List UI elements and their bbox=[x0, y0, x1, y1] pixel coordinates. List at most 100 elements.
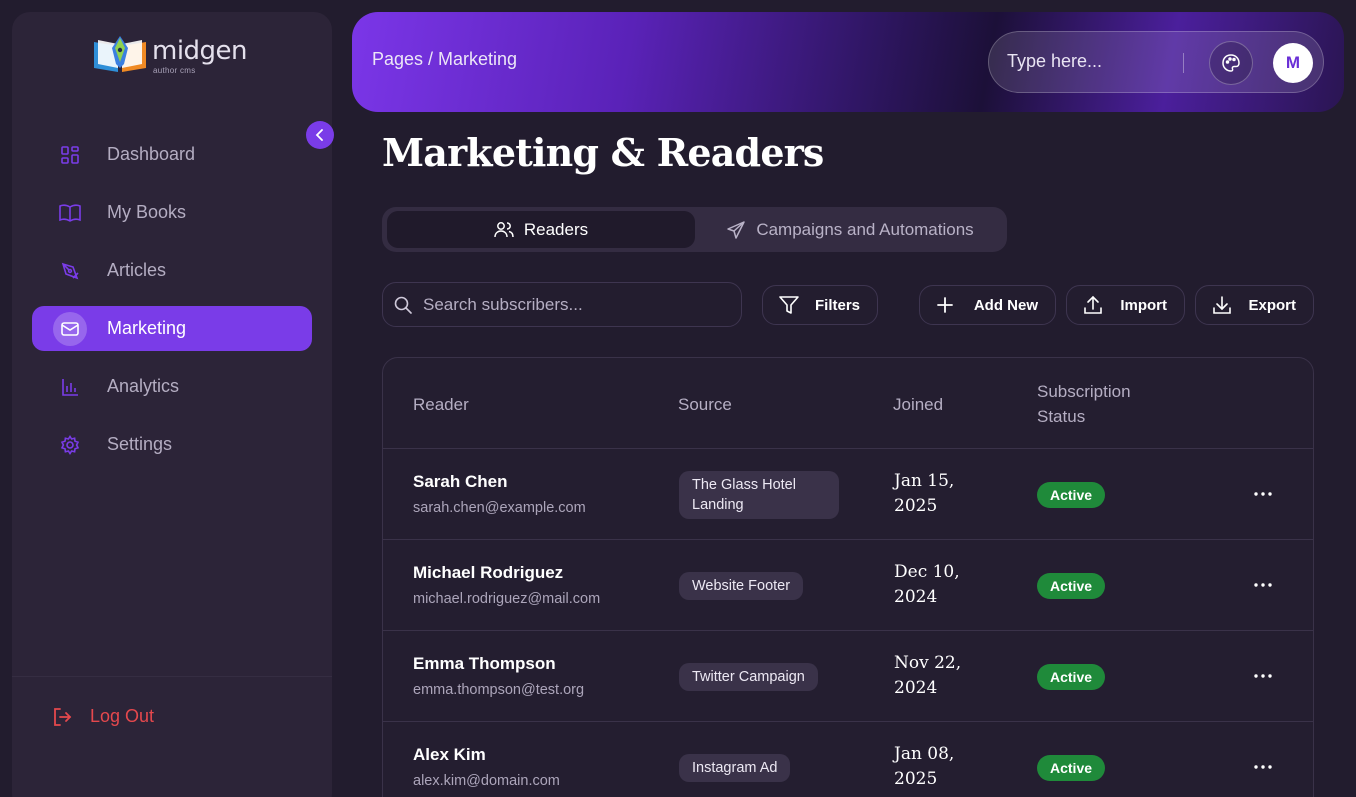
logout-icon bbox=[52, 707, 72, 727]
sidebar-item-settings[interactable]: Settings bbox=[32, 422, 312, 467]
source-tag: Website Footer bbox=[679, 572, 804, 600]
sidebar-divider bbox=[12, 676, 332, 677]
gear-icon bbox=[58, 433, 82, 457]
more-horizontal-icon bbox=[1254, 674, 1272, 678]
source-tag: Twitter Campaign bbox=[679, 663, 818, 691]
status-badge: Active bbox=[1037, 755, 1106, 781]
mail-icon bbox=[53, 311, 87, 346]
column-header-reader[interactable]: Reader bbox=[413, 392, 469, 417]
reader-name: Alex Kim bbox=[413, 745, 486, 764]
filters-button[interactable]: Filters bbox=[762, 285, 878, 325]
upload-icon bbox=[1083, 295, 1103, 315]
table-row[interactable]: Sarah Chen sarah.chen@example.com The Gl… bbox=[383, 449, 1313, 540]
import-button[interactable]: Import bbox=[1066, 285, 1185, 325]
theme-palette-button[interactable] bbox=[1209, 41, 1253, 85]
tab-label: Readers bbox=[523, 219, 589, 239]
row-actions-button[interactable] bbox=[1249, 664, 1277, 688]
tab-label: Campaigns and Automations bbox=[756, 219, 974, 239]
export-label: Export bbox=[1248, 296, 1296, 314]
table-row[interactable]: Michael Rodriguez michael.rodriguez@mail… bbox=[383, 540, 1313, 631]
send-icon bbox=[726, 220, 746, 240]
breadcrumb: Pages / Marketing bbox=[372, 49, 518, 69]
joined-date: Dec 10, 2024 bbox=[894, 562, 960, 607]
table-row[interactable]: Alex Kim alex.kim@domain.com Instagram A… bbox=[383, 722, 1313, 797]
tab-campaigns[interactable]: Campaigns and Automations bbox=[700, 211, 1000, 248]
sidebar-nav: Dashboard My Books Articles Marketing An… bbox=[32, 132, 312, 480]
sidebar-item-my-books[interactable]: My Books bbox=[32, 190, 312, 235]
logout-label: Log Out bbox=[90, 706, 155, 726]
reader-email: emma.thompson@test.org bbox=[413, 682, 585, 698]
sidebar-item-marketing[interactable]: Marketing bbox=[32, 306, 312, 351]
users-icon bbox=[494, 221, 514, 239]
sidebar-item-label: Marketing bbox=[107, 318, 187, 338]
download-icon bbox=[1212, 295, 1232, 315]
tools-divider bbox=[1183, 53, 1184, 73]
readers-table: Reader Source Joined Subscription Status… bbox=[382, 357, 1314, 797]
row-actions-button[interactable] bbox=[1249, 573, 1277, 597]
row-actions-button[interactable] bbox=[1249, 482, 1277, 506]
reader-email: michael.rodriguez@mail.com bbox=[413, 591, 601, 607]
sidebar-item-articles[interactable]: Articles bbox=[32, 248, 312, 293]
export-button[interactable]: Export bbox=[1195, 285, 1314, 325]
pen-nib-icon bbox=[58, 259, 82, 283]
header-search-input[interactable] bbox=[1007, 51, 1177, 72]
status-badge: Active bbox=[1037, 664, 1106, 690]
reader-email: alex.kim@domain.com bbox=[413, 773, 560, 789]
plus-icon bbox=[936, 296, 954, 314]
palette-icon bbox=[1222, 54, 1240, 72]
sidebar: midgen author cms Dashboard My Books Art… bbox=[12, 12, 332, 797]
column-header-status[interactable]: Subscription Status bbox=[1037, 379, 1177, 429]
add-new-label: Add New bbox=[973, 296, 1038, 314]
brand-name: midgen bbox=[152, 36, 248, 66]
sidebar-item-label: Dashboard bbox=[107, 144, 196, 164]
sidebar-item-label: Analytics bbox=[107, 376, 180, 396]
filters-label: Filters bbox=[814, 296, 860, 314]
joined-date: Nov 22, 2024 bbox=[894, 653, 962, 698]
header-tools: M bbox=[988, 31, 1324, 93]
table-row[interactable]: Emma Thompson emma.thompson@test.org Twi… bbox=[383, 631, 1313, 722]
reader-name: Emma Thompson bbox=[413, 654, 556, 673]
subscriber-search-input[interactable] bbox=[423, 295, 723, 315]
book-open-icon bbox=[58, 201, 82, 225]
app-root: midgen author cms Dashboard My Books Art… bbox=[0, 0, 1356, 797]
reader-email: sarah.chen@example.com bbox=[413, 500, 586, 516]
logout-button[interactable]: Log Out bbox=[52, 706, 154, 727]
joined-date: Jan 15, 2025 bbox=[894, 471, 955, 516]
reader-name: Michael Rodriguez bbox=[413, 563, 564, 582]
column-header-source[interactable]: Source bbox=[678, 392, 732, 417]
status-badge: Active bbox=[1037, 573, 1106, 599]
more-horizontal-icon bbox=[1254, 492, 1272, 496]
sidebar-item-analytics[interactable]: Analytics bbox=[32, 364, 312, 409]
reader-name: Sarah Chen bbox=[413, 472, 508, 491]
column-header-joined[interactable]: Joined bbox=[893, 392, 943, 417]
row-actions-button[interactable] bbox=[1249, 755, 1277, 779]
source-tag: The Glass Hotel Landing bbox=[679, 471, 839, 519]
sidebar-item-dashboard[interactable]: Dashboard bbox=[32, 132, 312, 177]
add-new-button[interactable]: Add New bbox=[919, 285, 1056, 325]
tab-readers[interactable]: Readers bbox=[387, 211, 695, 248]
sidebar-collapse-button[interactable] bbox=[306, 121, 334, 149]
status-badge: Active bbox=[1037, 482, 1106, 508]
sidebar-item-label: Articles bbox=[107, 260, 167, 280]
sidebar-item-label: Settings bbox=[107, 434, 173, 454]
more-horizontal-icon bbox=[1254, 765, 1272, 769]
sidebar-item-label: My Books bbox=[107, 202, 187, 222]
subscriber-search bbox=[382, 282, 742, 327]
book-pen-logo-icon bbox=[94, 36, 146, 72]
tab-bar: Readers Campaigns and Automations bbox=[382, 207, 1007, 252]
bar-chart-icon bbox=[58, 375, 82, 399]
grid-icon bbox=[58, 143, 82, 167]
filter-icon bbox=[779, 296, 799, 314]
brand-tagline: author cms bbox=[153, 66, 196, 75]
chevron-left-icon bbox=[315, 129, 323, 141]
more-horizontal-icon bbox=[1254, 583, 1272, 587]
brand-logo[interactable]: midgen author cms bbox=[92, 34, 262, 84]
source-tag: Instagram Ad bbox=[679, 754, 791, 782]
joined-date: Jan 08, 2025 bbox=[894, 744, 955, 789]
import-label: Import bbox=[1120, 296, 1167, 314]
user-avatar[interactable]: M bbox=[1273, 43, 1313, 83]
search-icon bbox=[394, 296, 412, 319]
page-title: Marketing & Readers bbox=[382, 130, 824, 175]
table-header: Reader Source Joined Subscription Status bbox=[383, 358, 1313, 449]
top-header: Pages / Marketing M bbox=[352, 12, 1344, 112]
